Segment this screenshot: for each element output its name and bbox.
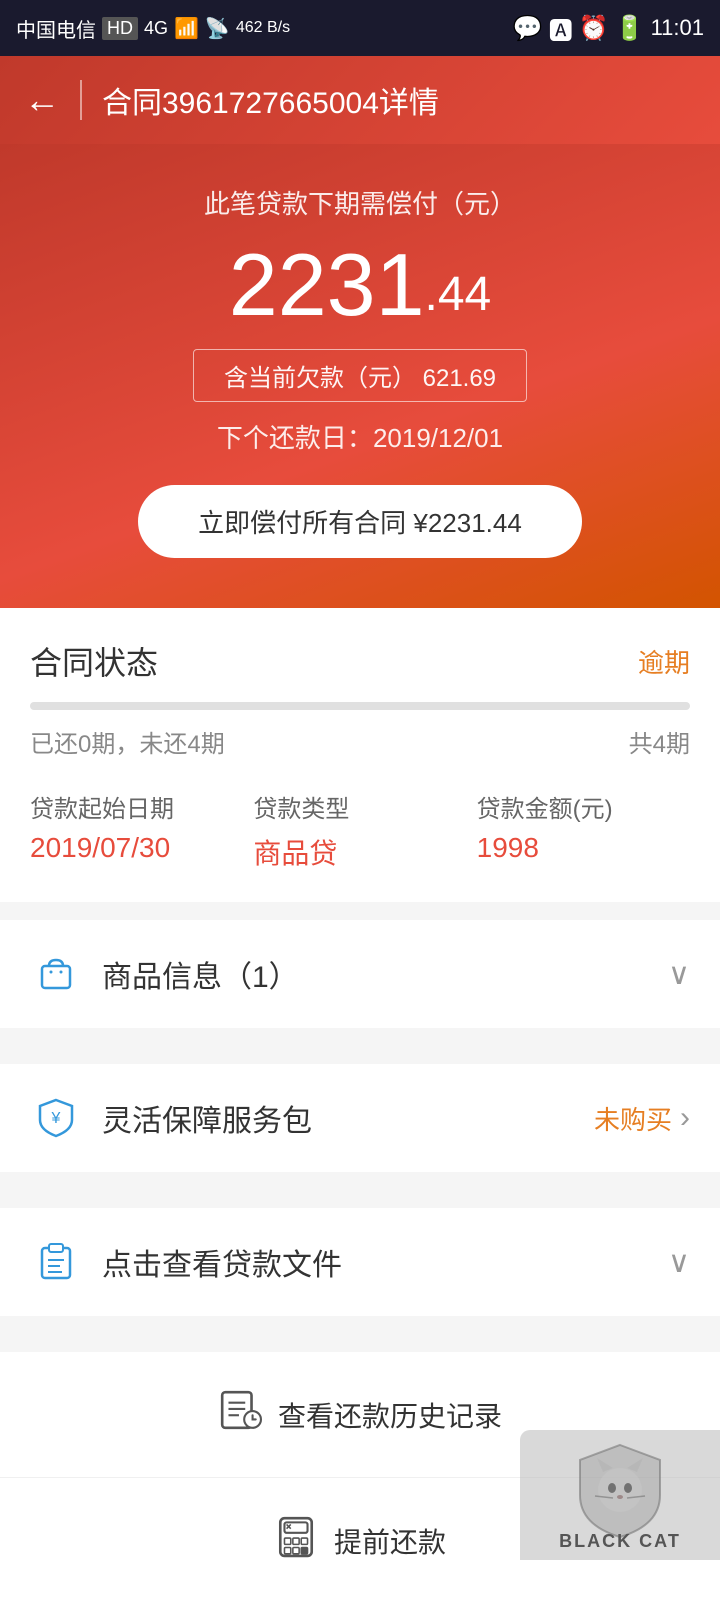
- repay-history-label: 查看还款历史记录: [278, 1395, 502, 1435]
- history-icon: [218, 1388, 262, 1441]
- page-header: ← 合同3961727665004详情: [0, 56, 720, 144]
- shield-yen-icon: ¥: [30, 1092, 82, 1144]
- section-separator-1: [0, 1046, 720, 1064]
- svg-text:¥: ¥: [51, 1110, 61, 1127]
- shopping-bag-icon: [30, 948, 82, 1000]
- goods-info-title: 商品信息（1）: [102, 952, 299, 996]
- contract-status-header: 合同状态 逾期: [30, 638, 690, 684]
- page-title: 合同3961727665004详情: [102, 78, 439, 122]
- amount-decimal: .44: [425, 271, 492, 329]
- clipboard-icon: [30, 1236, 82, 1288]
- early-repay-label: 提前还款: [334, 1521, 446, 1561]
- overdue-label: 含当前欠款（元）: [224, 365, 416, 392]
- loan-docs-right: ∨: [668, 1245, 690, 1280]
- header-divider: [80, 80, 82, 120]
- hero-section: 此笔贷款下期需偿付（元） 2231 .44 含当前欠款（元） 621.69 下个…: [0, 144, 720, 608]
- data-speed: 462 B/s: [236, 19, 290, 37]
- service-package-status: 未购买: [594, 1100, 672, 1137]
- black-cat-text: BLACK CAT: [559, 1531, 681, 1552]
- wifi-icon: 📡: [205, 16, 230, 41]
- service-package-left: ¥ 灵活保障服务包: [30, 1092, 312, 1144]
- overdue-info-box: 含当前欠款（元） 621.69: [193, 349, 527, 402]
- service-package-right: 未购买 ›: [594, 1100, 690, 1137]
- contract-status-section: 合同状态 逾期 已还0期，未还4期 共4期 贷款起始日期 2019/07/30 …: [0, 608, 720, 902]
- status-left: 中国电信 HD 4G 📶 📡 462 B/s: [16, 14, 290, 43]
- loan-docs-title: 点击查看贷款文件: [102, 1240, 342, 1284]
- loan-type-value: 商品贷: [253, 832, 466, 872]
- loan-amount-label: 贷款金额(元): [477, 789, 690, 824]
- loan-docs-left: 点击查看贷款文件: [30, 1236, 342, 1288]
- carrier-label: 中国电信: [16, 14, 96, 43]
- goods-chevron-down-icon: ∨: [668, 957, 690, 992]
- service-package-row[interactable]: ¥ 灵活保障服务包 未购买 ›: [0, 1064, 720, 1172]
- goods-info-left: 商品信息（1）: [30, 948, 299, 1000]
- service-chevron-right-icon: ›: [680, 1101, 690, 1135]
- loan-info-cell-0: 贷款起始日期 2019/07/30: [30, 789, 243, 872]
- loan-amount-value: 1998: [477, 832, 690, 864]
- goods-info-row[interactable]: 商品信息（1） ∨: [0, 920, 720, 1028]
- message-icon: 💬: [513, 14, 543, 43]
- signal-icon: 📶: [174, 16, 199, 41]
- overdue-status-badge: 逾期: [638, 643, 690, 680]
- hero-subtitle: 此笔贷款下期需偿付（元）: [204, 184, 516, 221]
- loan-type-label: 贷款类型: [253, 789, 466, 824]
- status-right: 💬 🅰 ⏰ 🔋 11:01: [513, 11, 704, 46]
- network-label: HD: [102, 17, 138, 40]
- battery-icon: 🔋: [615, 14, 645, 43]
- time-label: 11:01: [651, 15, 704, 41]
- loan-docs-row[interactable]: 点击查看贷款文件 ∨: [0, 1208, 720, 1316]
- loan-info-cell-1: 贷款类型 商品贷: [253, 789, 466, 872]
- loan-docs-chevron-icon: ∨: [668, 1245, 690, 1280]
- back-button[interactable]: ←: [24, 82, 60, 118]
- overdue-amount: 621.69: [423, 365, 496, 392]
- network-type: 4G: [144, 18, 168, 39]
- total-periods-label: 共4期: [629, 724, 690, 759]
- loan-start-label: 贷款起始日期: [30, 789, 243, 824]
- section-separator-2: [0, 1190, 720, 1208]
- loan-info-cell-2: 贷款金额(元) 1998: [477, 789, 690, 872]
- calculator-icon: [274, 1514, 318, 1567]
- paid-periods-label: 已还0期，未还4期: [30, 724, 225, 759]
- service-package-title: 灵活保障服务包: [102, 1096, 312, 1140]
- clock-icon: ⏰: [579, 14, 609, 43]
- loan-start-value: 2019/07/30: [30, 832, 243, 864]
- progress-labels: 已还0期，未还4期 共4期: [30, 724, 690, 759]
- amount-integer: 2231: [229, 241, 425, 329]
- progress-bar-background: [30, 702, 690, 710]
- contract-status-title: 合同状态: [30, 638, 158, 684]
- next-repay-date: 下个还款日：2019/12/01: [217, 418, 503, 455]
- loan-info-grid: 贷款起始日期 2019/07/30 贷款类型 商品贷 贷款金额(元) 1998: [30, 789, 690, 872]
- goods-info-right: ∨: [668, 957, 690, 992]
- black-cat-watermark: BLACK CAT: [520, 1430, 720, 1560]
- status-bar: 中国电信 HD 4G 📶 📡 462 B/s 💬 🅰 ⏰ 🔋 11:01: [0, 0, 720, 56]
- hero-amount: 2231 .44: [229, 241, 492, 329]
- section-separator-3: [0, 1334, 720, 1352]
- repay-now-button[interactable]: 立即偿付所有合同 ¥2231.44: [138, 485, 582, 558]
- alipay-icon: 🅰: [549, 11, 573, 46]
- cat-shield-icon: [575, 1440, 665, 1540]
